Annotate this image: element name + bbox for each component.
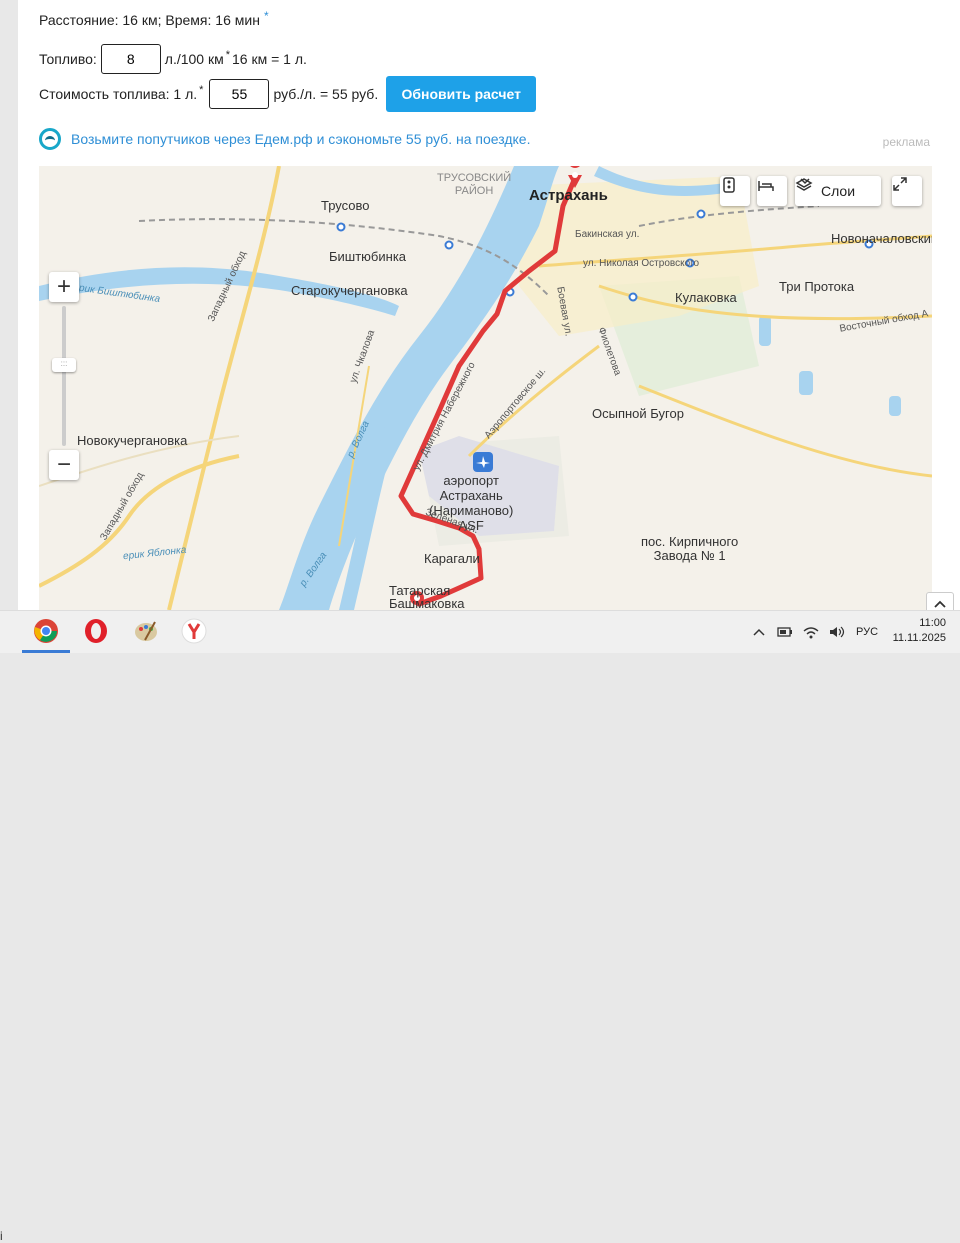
wifi-icon[interactable] (802, 625, 820, 639)
cost-suffix: руб./л. = 55 руб. (273, 86, 379, 102)
opera-icon[interactable] (82, 617, 110, 645)
map-label-tatarskaya-bashmakovka: Татарская Башмаковка (389, 583, 465, 610)
layers-button[interactable]: Слои (795, 176, 881, 206)
ad-label: реклама (882, 135, 930, 149)
cost-row: Стоимость топлива: 1 л. * руб./л. = 55 р… (39, 76, 537, 112)
taskbar: i РУС 11:00 11.11.2025 (0, 610, 960, 1243)
fuel-label: Топливо: (39, 51, 97, 67)
map-label-kirpichny-zavod: пос. Кирпичного Завода № 1 (641, 534, 739, 563)
fuel-multiply-star: * (225, 49, 231, 61)
fuel-suffix-a: л./100 км (164, 51, 224, 67)
language-indicator[interactable]: РУС (856, 626, 878, 638)
map-label-starokucherganovka: Старокучергановка (291, 283, 408, 298)
promo-link[interactable]: Возьмите попутчиков через Едем.рф и сэко… (39, 128, 530, 150)
map-label-ostrovskogo: ул. Николая Островского (583, 258, 700, 269)
left-edge-fragment: i (0, 1229, 3, 1243)
palette-icon (135, 621, 157, 641)
zoom-control: + ::: − (49, 272, 79, 480)
map-canvas (39, 166, 932, 610)
bed-icon (758, 181, 774, 191)
yandex-logo-icon (181, 618, 207, 644)
page-content: Расстояние: 16 км; Время: 16 мин * Топли… (18, 0, 960, 610)
layers-label: Слои (820, 183, 856, 199)
chevron-up-icon (934, 600, 946, 608)
distance-summary: Расстояние: 16 км; Время: 16 мин * (39, 9, 269, 28)
edem-logo-icon (39, 128, 61, 150)
fuel-consumption-input[interactable] (100, 44, 161, 74)
map-label-bishtyubinka: Биштюбинка (329, 249, 407, 264)
hotels-toggle-button[interactable] (757, 176, 787, 206)
show-hidden-icons-icon[interactable] (752, 627, 766, 637)
map-label-trusovo: Трусово (321, 198, 370, 213)
map-label-novonachalovsky: Новоначаловский (831, 231, 932, 246)
zoom-slider-track[interactable] (62, 306, 66, 446)
clock-date: 11.11.2025 (892, 632, 946, 644)
fuel-suffix-b: 16 км = 1 л. (232, 51, 307, 67)
expand-icon (893, 177, 907, 191)
yandex-browser-icon[interactable] (180, 617, 208, 645)
map-label-osypnoy-bugor: Осыпной Бугор (592, 406, 684, 421)
opera-logo-icon (85, 619, 107, 643)
distance-footnote-star: * (263, 9, 269, 23)
chrome-icon[interactable] (32, 617, 60, 645)
map-label-bakinskaya: Бакинская ул. (575, 229, 640, 240)
cost-label: Стоимость топлива: 1 л. (39, 86, 198, 102)
zoom-out-button[interactable]: − (49, 450, 79, 480)
map-label-novokucherganovka: Новокучергановка (77, 433, 188, 448)
map-label-trusovsky-district: ТРУСОВСКИЙ РАЙОН (437, 172, 512, 197)
paint-icon[interactable] (132, 617, 160, 645)
update-calculation-button[interactable]: Обновить расчет (386, 76, 537, 112)
zoom-slider-handle[interactable]: ::: (52, 358, 76, 372)
fuel-row: Топливо: л./100 км * 16 км = 1 л. (39, 42, 307, 76)
fullscreen-button[interactable] (892, 176, 922, 206)
fuel-price-input[interactable] (209, 79, 270, 109)
traffic-toggle-button[interactable] (720, 176, 750, 206)
map-label-astrakhan: Астрахань (529, 187, 608, 204)
chevron-down-icon (800, 178, 810, 185)
clock[interactable]: 11:00 11.11.2025 (893, 616, 946, 646)
promo-text[interactable]: Возьмите попутчиков через Едем.рф и сэко… (71, 131, 530, 147)
distance-text: Расстояние: 16 км; Время: 16 мин (39, 12, 260, 28)
volume-icon[interactable] (828, 625, 846, 639)
clock-time: 11:00 (919, 617, 946, 629)
map-label-karagali: Карагали (424, 551, 480, 566)
traffic-icon (723, 177, 735, 193)
map-label-kulakovka: Кулаковка (675, 290, 737, 305)
system-tray: РУС (752, 611, 888, 653)
chrome-logo-icon (34, 619, 58, 643)
cost-multiply-star: * (199, 84, 204, 96)
zoom-in-button[interactable]: + (49, 272, 79, 302)
map-label-tri-protoka: Три Протока (779, 279, 855, 294)
battery-icon[interactable] (776, 625, 794, 639)
route-map[interactable]: ТРУСОВСКИЙ РАЙОН Астрахань Трусово Биштю… (39, 166, 932, 610)
